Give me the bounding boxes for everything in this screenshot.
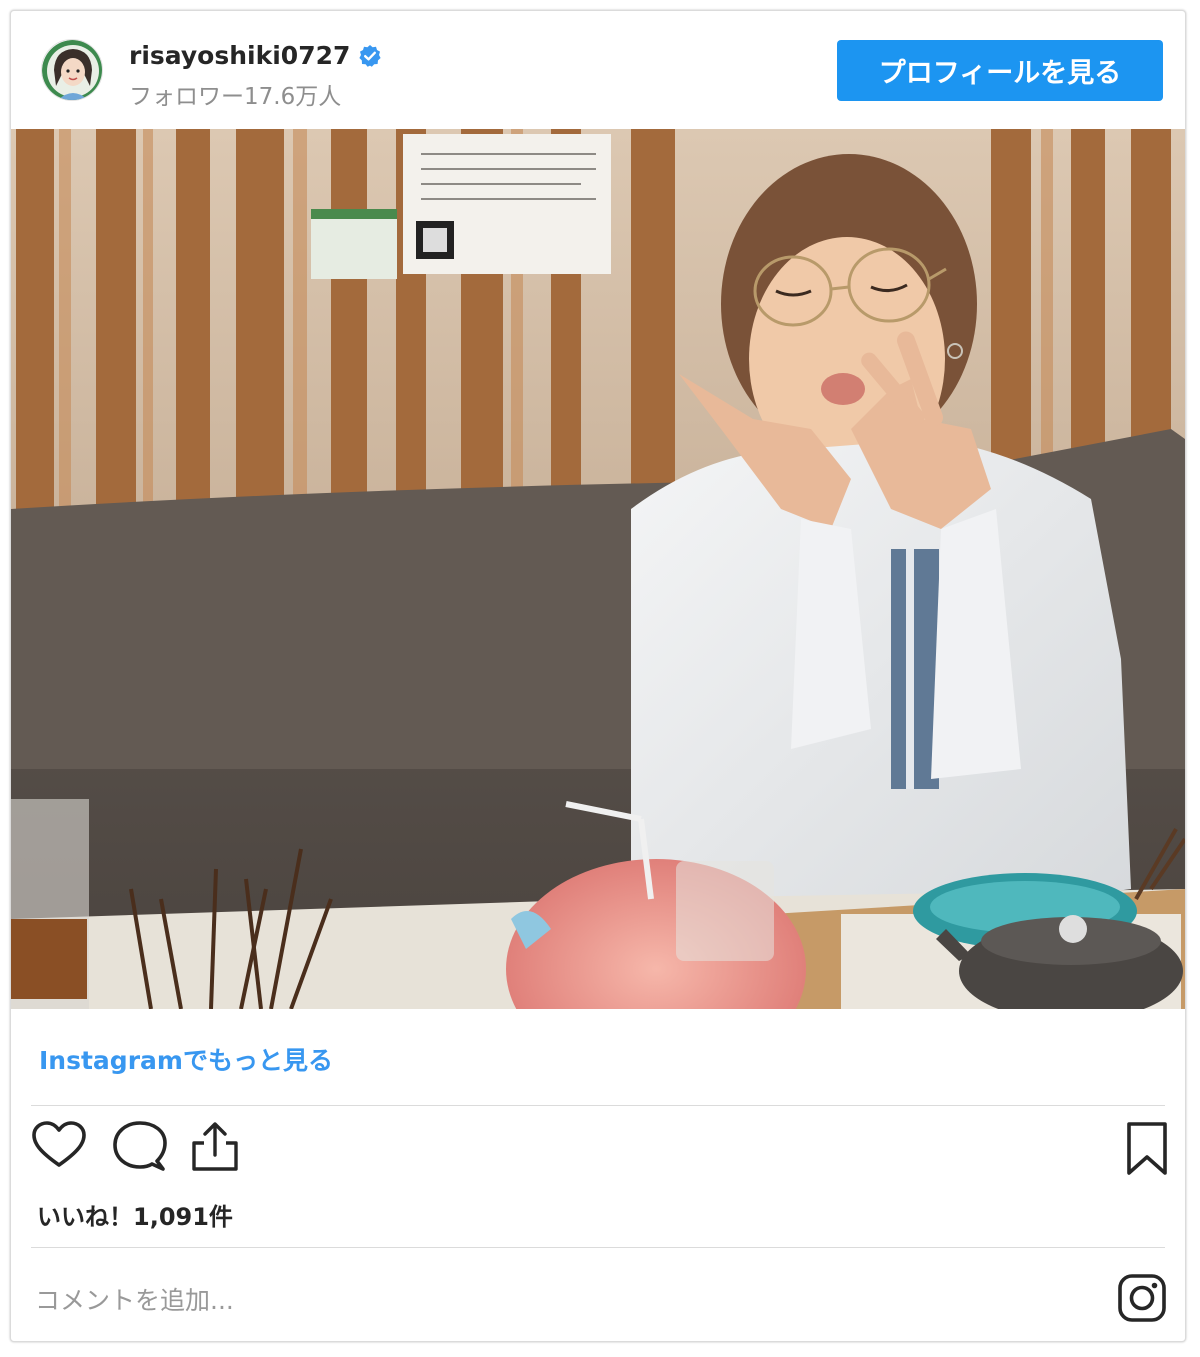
action-bar — [31, 1121, 1167, 1179]
verified-badge-icon — [358, 44, 382, 68]
like-count: いいね！1,091件 — [37, 1203, 233, 1231]
post-header: risayoshiki0727 フォロワー17.6万人 プロフィールを見る — [11, 11, 1185, 129]
bookmark-icon[interactable] — [1123, 1121, 1171, 1181]
view-more-on-instagram-link[interactable]: Instagramでもっと見る — [39, 1041, 333, 1077]
post-photo[interactable] — [11, 129, 1185, 1009]
share-icon[interactable] — [189, 1121, 241, 1177]
username-row: risayoshiki0727 — [129, 41, 382, 70]
comment-icon[interactable] — [111, 1121, 167, 1177]
instagram-embed-card: risayoshiki0727 フォロワー17.6万人 プロフィールを見る In… — [10, 10, 1186, 1342]
divider — [31, 1105, 1165, 1106]
view-profile-button[interactable]: プロフィールを見る — [837, 40, 1163, 101]
heart-icon[interactable] — [31, 1121, 87, 1175]
avatar[interactable] — [41, 39, 103, 101]
divider — [31, 1247, 1165, 1248]
instagram-icon[interactable] — [1117, 1273, 1167, 1327]
follower-count: フォロワー17.6万人 — [129, 84, 342, 110]
comment-input[interactable]: コメントを追加... — [35, 1281, 234, 1317]
username[interactable]: risayoshiki0727 — [129, 41, 350, 70]
